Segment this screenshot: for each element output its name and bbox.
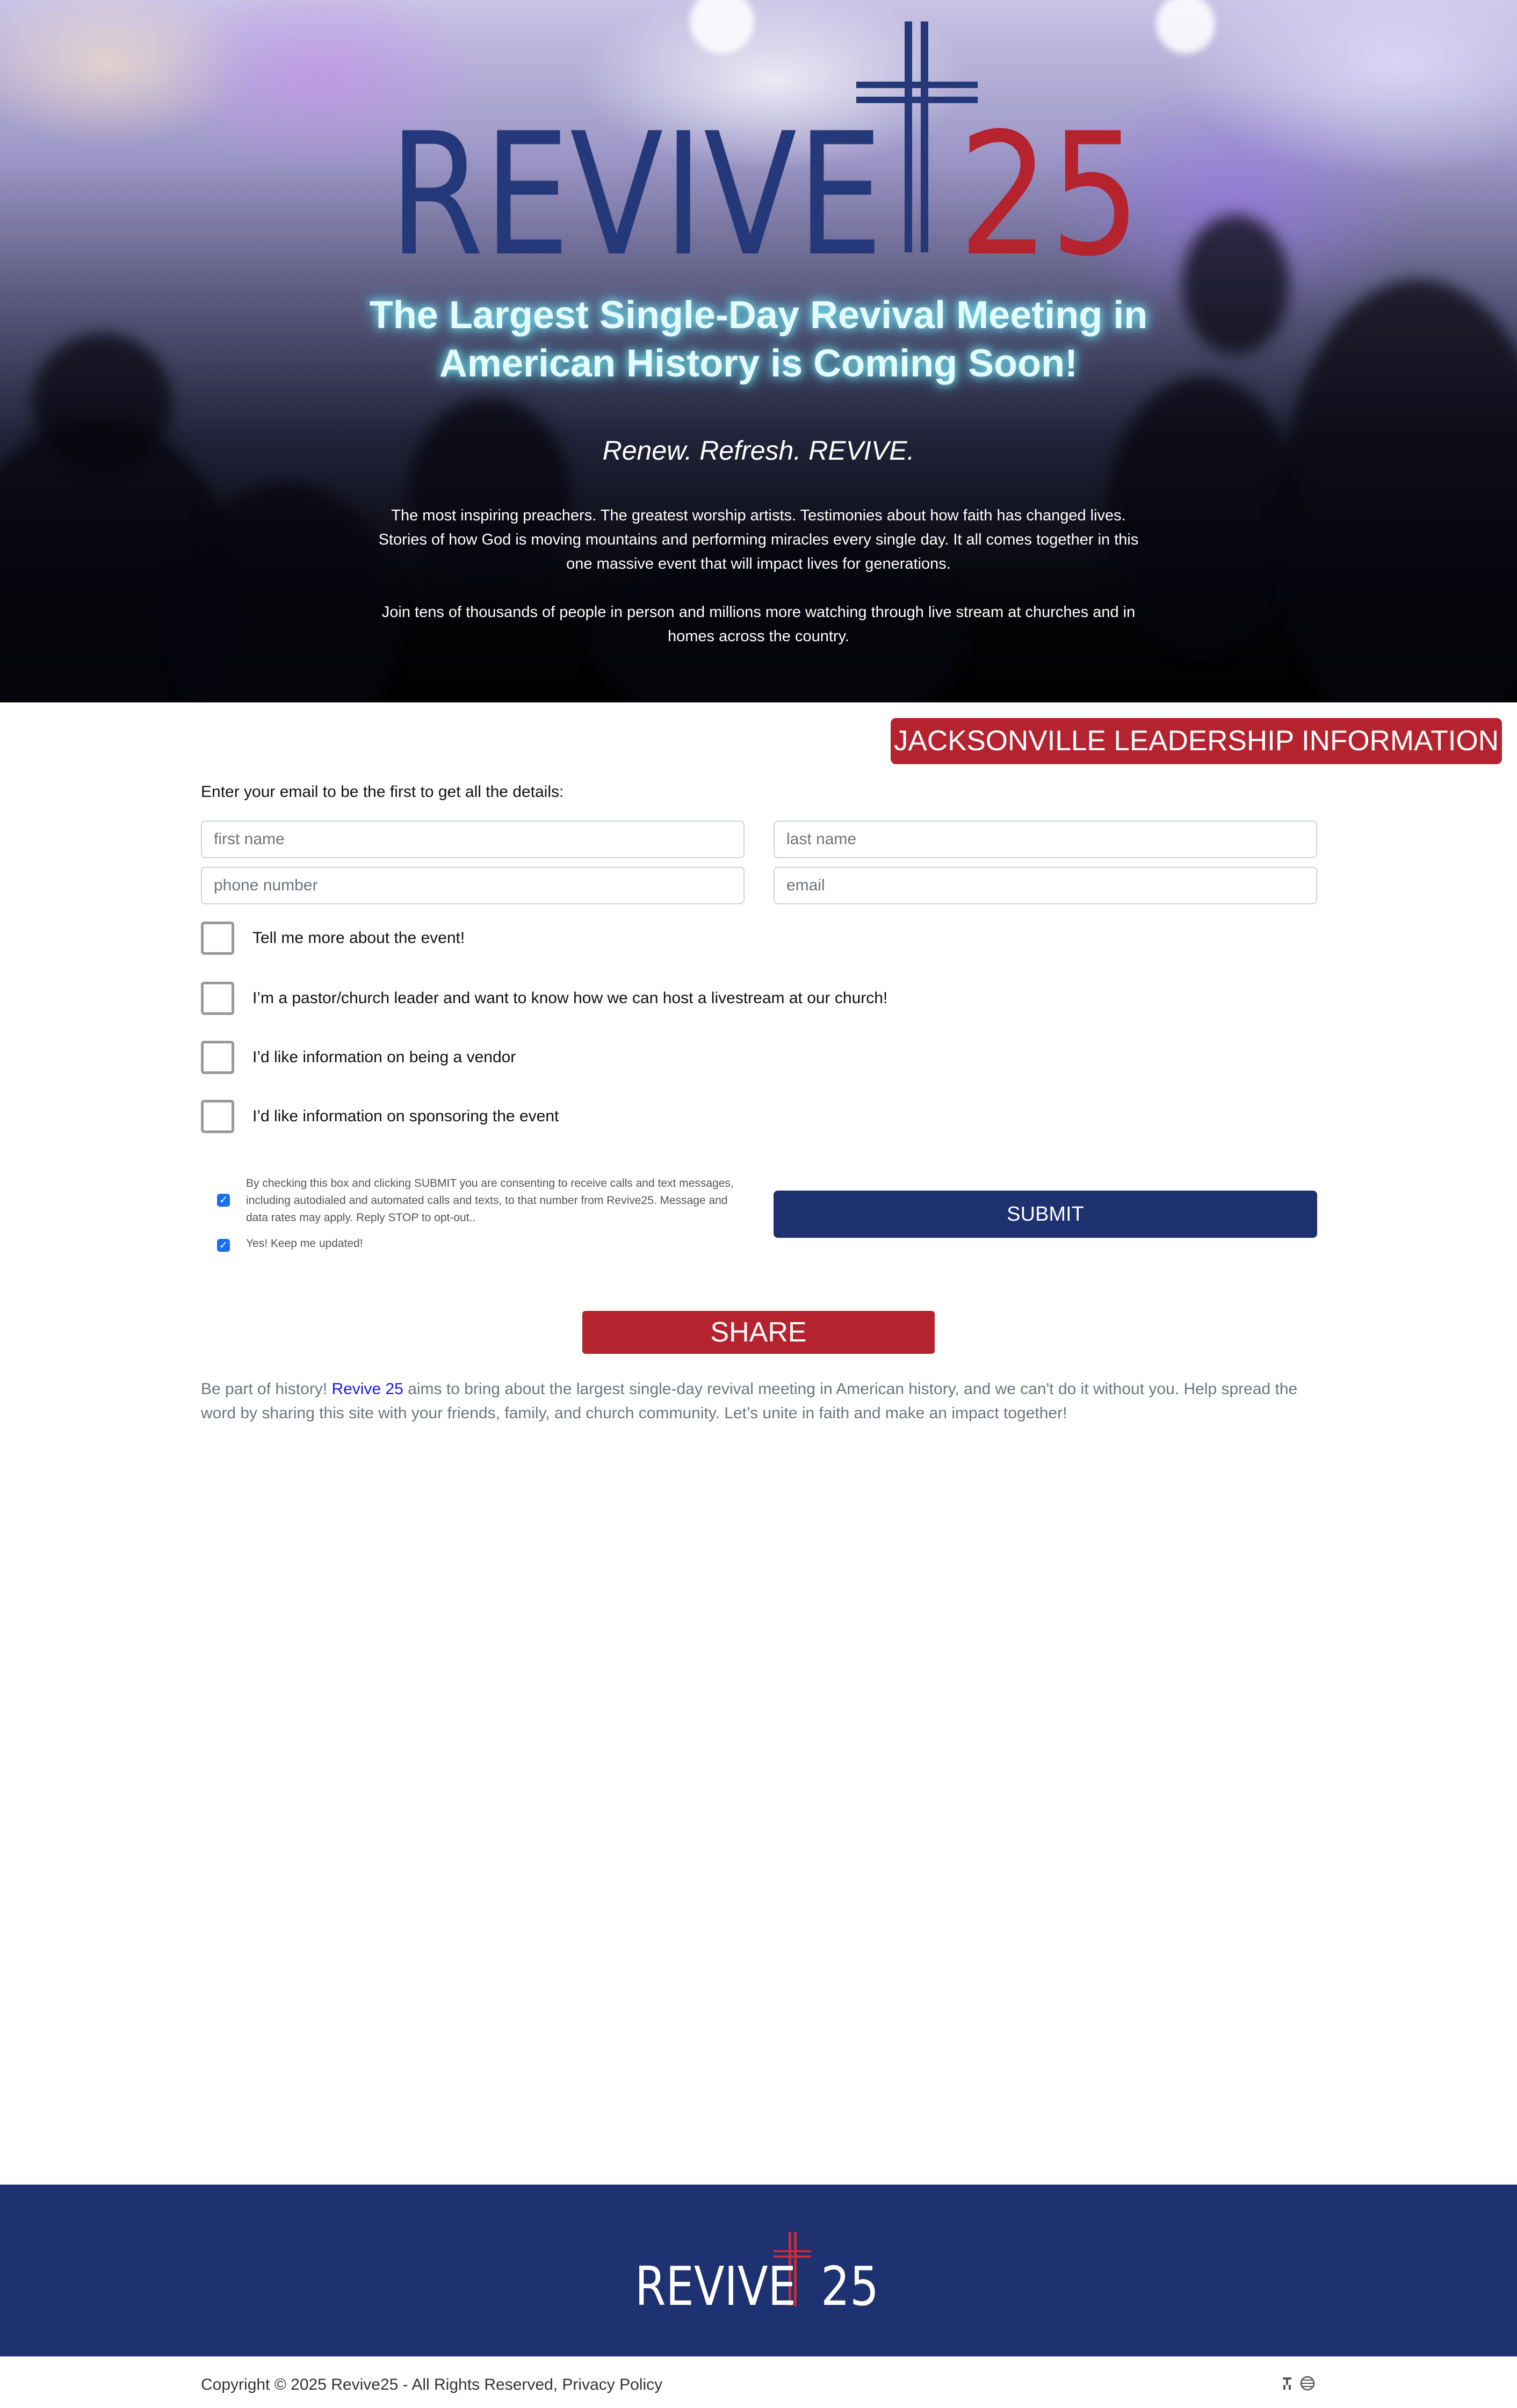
option-label: Tell me more about the event!: [252, 929, 465, 947]
checkbox[interactable]: [201, 922, 234, 955]
form-intro: Enter your email to be the first to get …: [201, 783, 564, 801]
share-button[interactable]: SHARE: [582, 1311, 935, 1354]
submit-button[interactable]: SUBMIT: [774, 1191, 1317, 1238]
option-event-info[interactable]: Tell me more about the event!: [201, 922, 465, 955]
footer-icons: [1281, 2376, 1315, 2391]
hero-section: REVIVE 25 The Largest Single-Day Revival…: [0, 0, 1517, 702]
globe-icon[interactable]: [1300, 2376, 1315, 2391]
updates-text: Yes! Keep me updated!: [246, 1237, 363, 1250]
last-name-field[interactable]: [774, 821, 1317, 858]
hero-title: The Largest Single-Day Revival Meeting i…: [369, 294, 1148, 385]
revive25-link[interactable]: Revive 25: [331, 1380, 403, 1398]
svg-text:25: 25: [958, 97, 1141, 272]
consent-checkbox[interactable]: ✓: [217, 1194, 230, 1207]
checkbox[interactable]: [201, 1041, 234, 1074]
option-label: I’d like information on sponsoring the e…: [252, 1107, 559, 1125]
email-field[interactable]: [774, 867, 1317, 904]
hero-tagline: Renew. Refresh. REVIVE.: [602, 436, 915, 466]
consent-text: By checking this box and clicking SUBMIT…: [246, 1177, 734, 1224]
footer-logo: REVIVE 25: [635, 2232, 879, 2312]
checkbox[interactable]: [201, 1100, 234, 1133]
option-host-livestream[interactable]: I’m a pastor/church leader and want to k…: [201, 982, 887, 1015]
option-vendor[interactable]: I’d like information on being a vendor: [201, 1041, 516, 1074]
checkbox[interactable]: [201, 982, 234, 1015]
hero-invitation: Join tens of thousands of people in pers…: [381, 604, 1136, 645]
accessibility-icon[interactable]: [1281, 2376, 1294, 2391]
share-paragraph: Be part of history! Revive 25 aims to br…: [201, 1377, 1318, 1425]
option-label: I’d like information on being a vendor: [252, 1048, 516, 1066]
option-label: I’m a pastor/church leader and want to k…: [252, 989, 888, 1007]
updates-checkbox[interactable]: ✓: [217, 1239, 230, 1252]
revive25-logo: REVIVE 25: [389, 21, 1141, 272]
svg-text:REVIVE: REVIVE: [635, 2255, 796, 2312]
option-sponsor[interactable]: I’d like information on sponsoring the e…: [201, 1100, 559, 1133]
first-name-field[interactable]: [201, 821, 745, 858]
jacksonville-leadership-button[interactable]: JACKSONVILLE LEADERSHIP INFORMATION: [891, 718, 1502, 764]
phone-field[interactable]: [201, 867, 745, 904]
svg-text:REVIVE: REVIVE: [389, 97, 883, 272]
svg-text:25: 25: [821, 2255, 879, 2312]
share-text-start: Be part of history!: [201, 1380, 332, 1398]
copyright-text: Copyright © 2025 Revive25 - All Rights R…: [201, 2376, 663, 2394]
hero-description: The most inspiring preachers. The greate…: [378, 507, 1139, 572]
